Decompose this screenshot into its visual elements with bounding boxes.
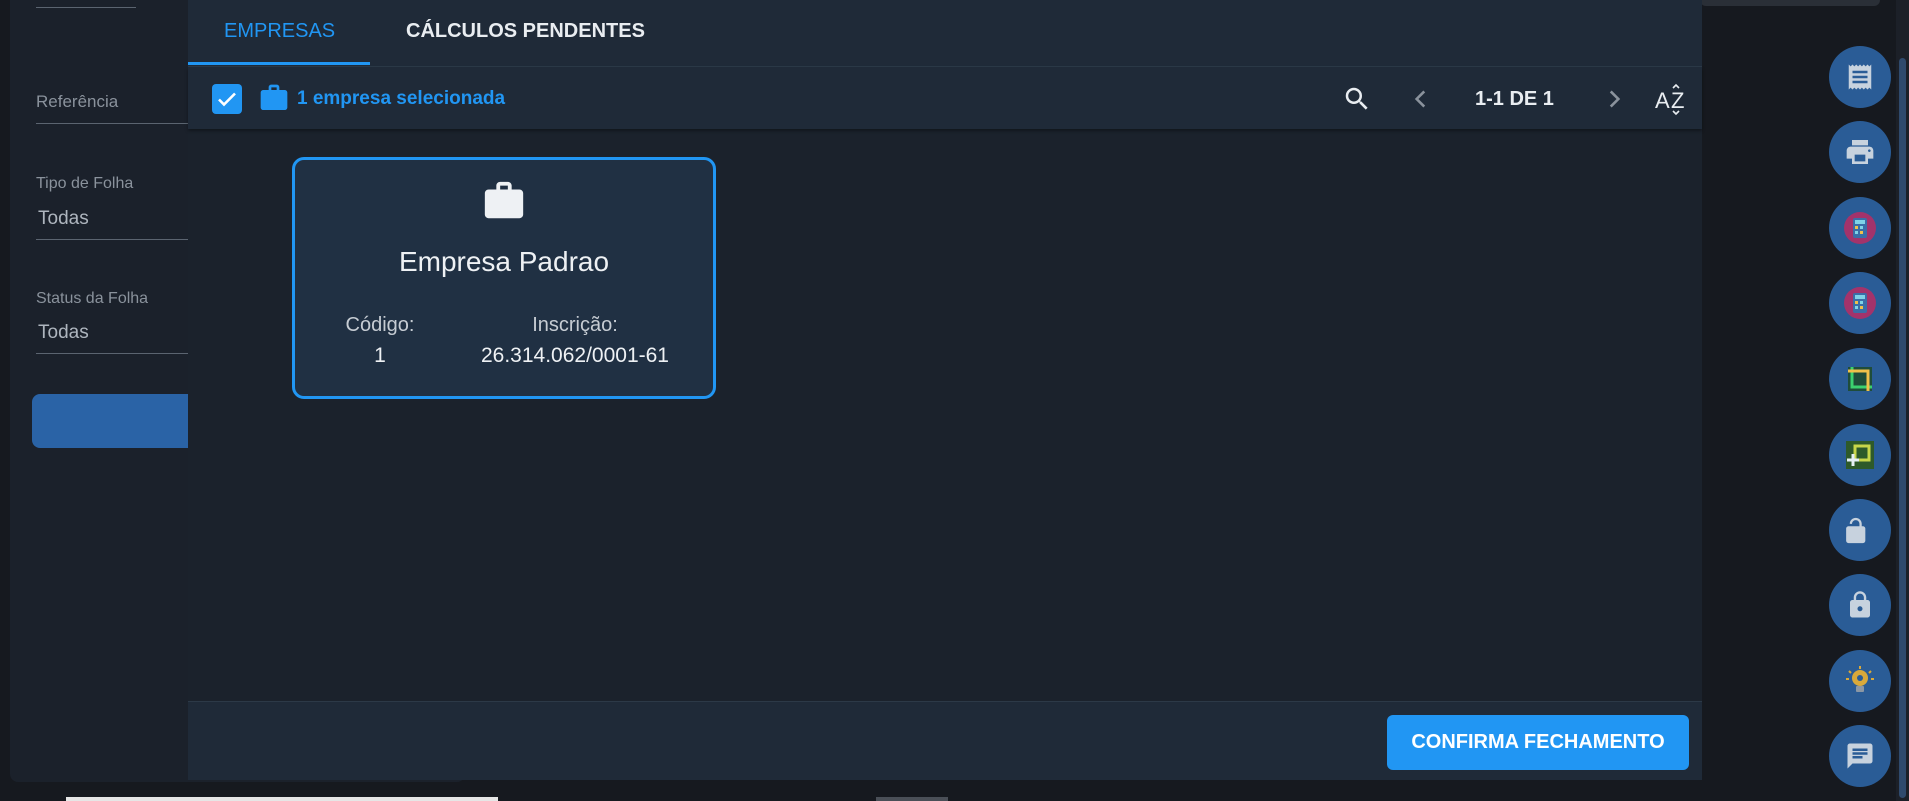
confirma-fechamento-button[interactable]: CONFIRMA FECHAMENTO (1387, 715, 1689, 770)
pagination-text: 1-1 DE 1 (1475, 88, 1554, 110)
inscricao-value: 26.314.062/0001-61 (480, 344, 669, 367)
calculator-icon (1844, 212, 1876, 244)
search-icon[interactable] (1342, 84, 1372, 119)
chat-fab-button[interactable] (1829, 725, 1891, 787)
unlock-fab-button[interactable] (1829, 499, 1891, 561)
crop-icon (1848, 367, 1872, 391)
top-right-strip (1700, 0, 1880, 6)
select-all-checkbox[interactable] (212, 84, 242, 114)
printer-icon (1846, 140, 1874, 164)
lock-icon (1850, 591, 1870, 618)
status-folha-select-value[interactable]: Todas (38, 322, 89, 344)
receipt-icon (1848, 64, 1872, 90)
bottom-bar-secondary (876, 797, 948, 801)
tab-calculos-pendentes[interactable]: CÁLCULOS PENDENTES (406, 20, 645, 43)
background-submit-button[interactable]: F (32, 394, 212, 448)
company-name: Empresa Padrao (398, 246, 610, 277)
lock-fab-button[interactable] (1829, 574, 1891, 636)
status-folha-label: Status da Folha (36, 290, 149, 307)
tipo-folha-select-value[interactable]: Todas (38, 208, 89, 230)
chat-icon (1847, 743, 1873, 769)
reference-field-placeholder[interactable]: Referência (36, 92, 118, 112)
sort-az-icon[interactable]: A Z (1655, 82, 1689, 121)
calculator-fab-button[interactable] (1829, 197, 1891, 259)
briefcase-icon (481, 178, 527, 229)
selection-toolbar: 1 empresa selecionada 1-1 DE 1 A Z (188, 67, 1702, 129)
bottom-bar (66, 797, 498, 801)
lock-open-icon (1846, 517, 1866, 544)
lightbulb-icon (1846, 666, 1874, 692)
svg-text:Z: Z (1671, 88, 1684, 113)
lightbulb-fab-button[interactable] (1829, 650, 1891, 712)
codigo-value: 1 (374, 344, 386, 367)
receipt-fab-button[interactable] (1829, 46, 1891, 108)
calculator-icon (1844, 287, 1876, 319)
crop-fab-button[interactable] (1829, 348, 1891, 410)
print-fab-button[interactable] (1829, 121, 1891, 183)
chevron-left-icon[interactable] (1408, 86, 1434, 117)
svg-text:A: A (1655, 88, 1670, 113)
page-scrollbar-thumb[interactable] (1899, 58, 1906, 798)
codigo-label: Código: (345, 314, 415, 336)
modal-footer: CONFIRMA FECHAMENTO (188, 701, 1702, 780)
modal-tabs: EMPRESAS CÁLCULOS PENDENTES (188, 0, 1702, 67)
add-box-fab-button[interactable] (1829, 424, 1891, 486)
inscricao-label: Inscrição: (532, 314, 618, 336)
company-card[interactable]: Empresa Padrao Código: 1 Inscrição: 26.3… (292, 157, 716, 399)
calculator-fab-button-2[interactable] (1829, 272, 1891, 334)
tipo-folha-label: Tipo de Folha (36, 175, 134, 192)
briefcase-icon (258, 82, 290, 119)
empresas-modal: EMPRESAS CÁLCULOS PENDENTES 1 empresa se… (188, 0, 1702, 780)
checkbox-checked-icon (218, 92, 236, 107)
background-field-line (36, 7, 136, 8)
chevron-right-icon[interactable] (1601, 86, 1627, 117)
active-tab-indicator (188, 62, 370, 65)
add-box-icon (1846, 441, 1874, 469)
selection-count-text: 1 empresa selecionada (297, 88, 506, 109)
tab-empresas[interactable]: EMPRESAS (224, 20, 335, 43)
